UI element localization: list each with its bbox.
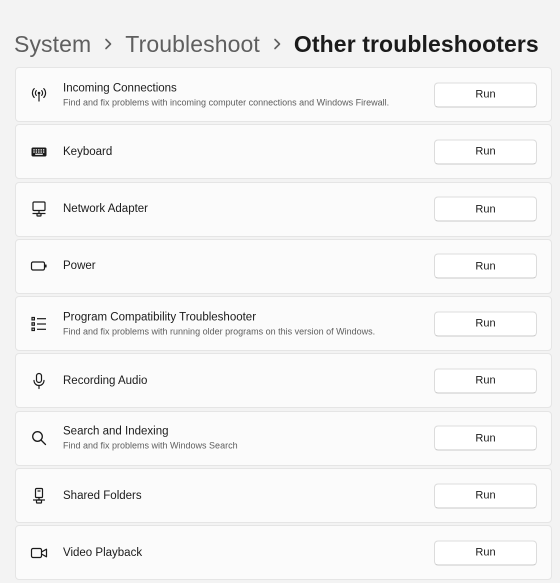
troubleshooter-title: Program Compatibility Troubleshooter — [63, 311, 257, 324]
troubleshooter-incoming-connections: Incoming Connections Find and fix proble… — [15, 67, 552, 122]
run-button[interactable]: Run — [434, 483, 537, 509]
troubleshooter-video-playback: Video Playback Run — [15, 525, 552, 581]
chevron-right-icon — [91, 28, 125, 60]
shared-folder-icon — [30, 487, 48, 505]
video-camera-icon — [30, 544, 48, 562]
run-button[interactable]: Run — [434, 368, 537, 394]
breadcrumb-troubleshoot[interactable]: Troubleshoot — [125, 31, 260, 58]
list-icon — [30, 315, 48, 333]
troubleshooter-title: Incoming Connections — [63, 82, 177, 94]
troubleshooter-recording-audio: Recording Audio Run — [15, 353, 552, 409]
run-button[interactable]: Run — [434, 82, 537, 107]
troubleshooter-title: Video Playback — [63, 546, 143, 559]
troubleshooter-power: Power Run — [15, 238, 552, 294]
troubleshooter-search-indexing: Search and Indexing Find and fix problem… — [15, 410, 552, 466]
network-adapter-icon — [30, 200, 48, 218]
breadcrumb: System Troubleshoot Other troubleshooter… — [14, 28, 539, 60]
run-button[interactable]: Run — [434, 253, 537, 279]
troubleshooter-keyboard: Keyboard Run — [15, 124, 552, 180]
troubleshooter-program-compatibility: Program Compatibility Troubleshooter Fin… — [15, 296, 552, 352]
troubleshooter-title: Shared Folders — [63, 489, 142, 502]
troubleshooter-title: Recording Audio — [63, 374, 148, 387]
keyboard-icon — [30, 143, 48, 161]
troubleshooter-title: Network Adapter — [63, 203, 149, 216]
troubleshooter-network-adapter: Network Adapter Run — [15, 181, 552, 237]
troubleshooter-description: Find and fix problems with Windows Searc… — [63, 440, 238, 451]
troubleshooter-list: Incoming Connections Find and fix proble… — [15, 67, 552, 583]
page-title: Other troubleshooters — [293, 30, 539, 57]
antenna-icon — [30, 86, 48, 104]
microphone-icon — [30, 372, 48, 390]
run-button[interactable]: Run — [434, 540, 537, 566]
search-icon — [30, 429, 48, 447]
battery-icon — [30, 257, 48, 275]
troubleshooter-title: Search and Indexing — [63, 425, 169, 438]
troubleshooter-title: Keyboard — [63, 145, 113, 158]
run-button[interactable]: Run — [434, 139, 537, 165]
troubleshooter-shared-folders: Shared Folders Run — [15, 468, 552, 524]
chevron-right-icon — [260, 28, 294, 60]
troubleshooter-description: Find and fix problems with incoming comp… — [63, 97, 390, 107]
run-button[interactable]: Run — [434, 425, 537, 451]
troubleshooter-title: Power — [63, 260, 96, 273]
run-button[interactable]: Run — [434, 311, 537, 337]
breadcrumb-system[interactable]: System — [14, 31, 91, 58]
troubleshooter-description: Find and fix problems with running older… — [63, 326, 376, 337]
run-button[interactable]: Run — [434, 196, 537, 222]
